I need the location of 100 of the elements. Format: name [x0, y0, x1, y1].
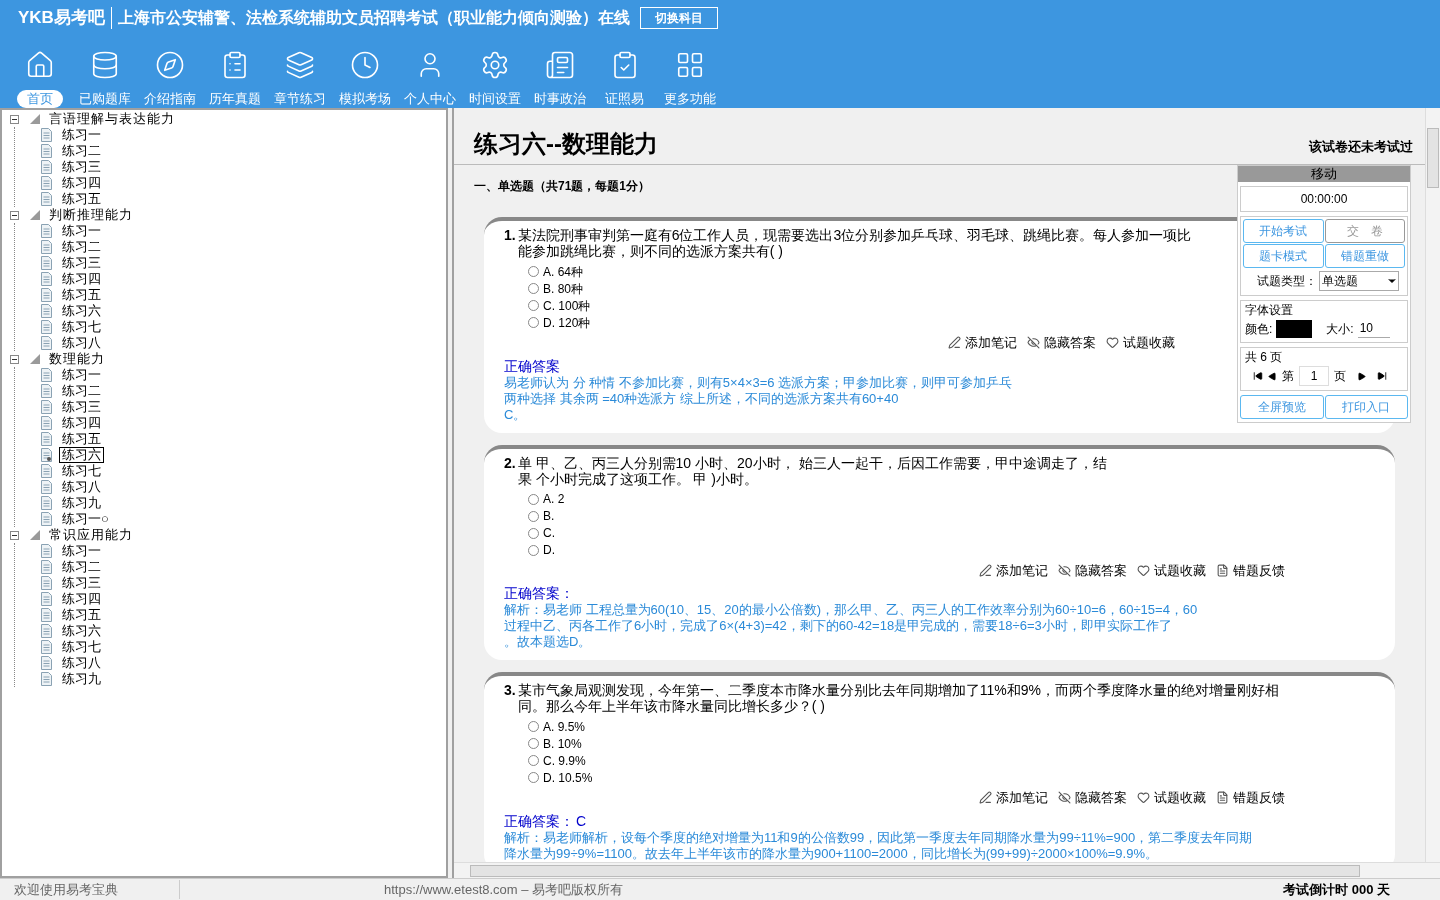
- pencil-icon: [948, 336, 961, 350]
- option-label[interactable]: C. 9.9%: [543, 751, 586, 770]
- tree-item[interactable]: 练习六: [59, 447, 104, 463]
- option-label[interactable]: B. 10%: [543, 734, 582, 753]
- document-icon: [41, 400, 52, 414]
- first-page-icon[interactable]: [1253, 371, 1263, 381]
- question-number: 2.: [504, 454, 516, 473]
- radio-button[interactable]: [528, 721, 539, 732]
- page-suffix: 页: [1334, 368, 1346, 385]
- tree-item[interactable]: 练习四: [59, 415, 104, 431]
- option-label[interactable]: C.: [543, 524, 555, 542]
- action-link[interactable]: 添加笔记: [979, 560, 1048, 580]
- previous-page-icon[interactable]: [1268, 371, 1277, 381]
- tree-item[interactable]: 练习一: [59, 127, 104, 143]
- section-heading: 一、单选题（共71题，每题1分）: [473, 178, 652, 195]
- action-link[interactable]: 添加笔记: [948, 333, 1017, 353]
- horizontal-scrollbar[interactable]: [454, 862, 1440, 878]
- option-label[interactable]: A. 2: [543, 490, 565, 508]
- radio-button[interactable]: [528, 755, 539, 766]
- tree-item[interactable]: 练习七: [59, 639, 104, 655]
- analysis-text: 解析：易老师 工程总量为60(10、15、20的最小公倍数)，那么甲、乙、丙三人的工作效率分别为60÷10=6，60÷15=4，60: [504, 602, 1198, 618]
- tree-item[interactable]: 练习七: [59, 463, 104, 479]
- tree-item[interactable]: 练习五: [59, 607, 104, 623]
- action-link[interactable]: 添加笔记: [979, 788, 1048, 808]
- tree-item[interactable]: 练习八: [59, 479, 104, 495]
- tree-item[interactable]: 练习三: [59, 159, 104, 175]
- answer-value: C: [576, 811, 587, 830]
- radio-button[interactable]: [528, 300, 539, 311]
- action-link[interactable]: 试题收藏: [1137, 788, 1206, 808]
- collapse-toggle[interactable]: [10, 530, 19, 540]
- tree-item[interactable]: 练习一: [59, 223, 104, 239]
- action-link[interactable]: 错题反馈: [1216, 788, 1285, 808]
- tree-item[interactable]: 练习六: [59, 623, 104, 639]
- tree-item[interactable]: 练习五: [59, 431, 104, 447]
- tree-item[interactable]: 练习三: [59, 575, 104, 591]
- tree-item[interactable]: 练习二: [59, 383, 104, 399]
- tree-item[interactable]: 练习一: [59, 367, 104, 383]
- tree-item[interactable]: 练习四: [59, 175, 104, 191]
- tree-item[interactable]: 练习六: [59, 303, 104, 319]
- radio-button[interactable]: [528, 266, 539, 277]
- action-link[interactable]: 试题收藏: [1137, 560, 1206, 580]
- tree-item[interactable]: 练习九: [59, 495, 104, 511]
- tree-group-label[interactable]: 数理能力: [49, 351, 105, 367]
- action-link[interactable]: 试题收藏: [1106, 333, 1175, 353]
- size-field[interactable]: 10: [1357, 319, 1390, 338]
- page-field[interactable]: 1: [1299, 366, 1329, 386]
- next-page-icon[interactable]: [1357, 371, 1366, 381]
- tree-item[interactable]: 练习五: [59, 287, 104, 303]
- last-page-icon[interactable]: [1377, 371, 1387, 381]
- tree-item[interactable]: 练习二: [59, 143, 104, 159]
- status-copyright: https://www.etest8.com – 易考吧版权所有: [384, 880, 625, 899]
- tree-group-label[interactable]: 判断推理能力: [49, 207, 133, 223]
- action-link[interactable]: 隐藏答案: [1058, 560, 1127, 580]
- tree-group-label[interactable]: 言语理解与表达能力: [49, 111, 175, 127]
- option-label[interactable]: D. 120种: [543, 313, 591, 332]
- document-icon: [41, 640, 52, 654]
- tree-item[interactable]: 练习五: [59, 191, 104, 207]
- radio-button[interactable]: [528, 317, 539, 328]
- answer-label: 正确答案: [504, 356, 560, 375]
- action-link[interactable]: 隐藏答案: [1027, 333, 1096, 353]
- document-icon: [41, 336, 52, 350]
- paper-title: 练习六--数理能力: [474, 129, 658, 159]
- tree-item[interactable]: 练习四: [59, 271, 104, 287]
- option-label[interactable]: A. 64种: [543, 262, 584, 281]
- option-label[interactable]: B.: [543, 507, 555, 525]
- tree-group-label[interactable]: 常识应用能力: [49, 527, 133, 543]
- option-label[interactable]: D.: [543, 541, 555, 559]
- tree-item[interactable]: 练习三: [59, 255, 104, 271]
- tree-item[interactable]: 练习二: [59, 239, 104, 255]
- radio-button[interactable]: [528, 544, 539, 556]
- tree-item[interactable]: 练习四: [59, 591, 104, 607]
- radio-button[interactable]: [528, 738, 539, 749]
- question-text: 能参加跳绳比赛，则不同的选派方案共有( ): [517, 243, 783, 259]
- vertical-scrollbar[interactable]: [1425, 108, 1440, 862]
- tree-item[interactable]: 练习八: [59, 655, 104, 671]
- option-label[interactable]: D. 10.5%: [543, 768, 593, 787]
- tree-item[interactable]: 练习一: [59, 543, 104, 559]
- radio-button[interactable]: [528, 527, 539, 539]
- heart-icon: [1106, 336, 1119, 350]
- collapse-toggle[interactable]: [10, 354, 19, 364]
- tree-item[interactable]: 练习三: [59, 399, 104, 415]
- tree-item[interactable]: 练习八: [59, 335, 104, 351]
- color-swatch[interactable]: [1276, 319, 1313, 338]
- radio-button[interactable]: [528, 772, 539, 783]
- tree-item[interactable]: 练习二: [59, 559, 104, 575]
- action-link[interactable]: 隐藏答案: [1058, 788, 1127, 808]
- action-link[interactable]: 错题反馈: [1216, 560, 1285, 580]
- option-label[interactable]: A. 9.5%: [543, 717, 586, 736]
- tree-item[interactable]: 练习九: [59, 671, 104, 687]
- panel-header[interactable]: 移动: [1238, 166, 1410, 182]
- type-select[interactable]: 单选题: [1319, 271, 1399, 291]
- radio-button[interactable]: [528, 493, 539, 505]
- radio-button[interactable]: [528, 510, 539, 522]
- option-label[interactable]: C. 100种: [543, 296, 591, 315]
- tree-item[interactable]: 练习一○: [59, 511, 112, 527]
- collapse-toggle[interactable]: [10, 114, 19, 124]
- option-label[interactable]: B. 80种: [543, 279, 584, 298]
- collapse-toggle[interactable]: [10, 210, 19, 220]
- radio-button[interactable]: [528, 283, 539, 294]
- tree-item[interactable]: 练习七: [59, 319, 104, 335]
